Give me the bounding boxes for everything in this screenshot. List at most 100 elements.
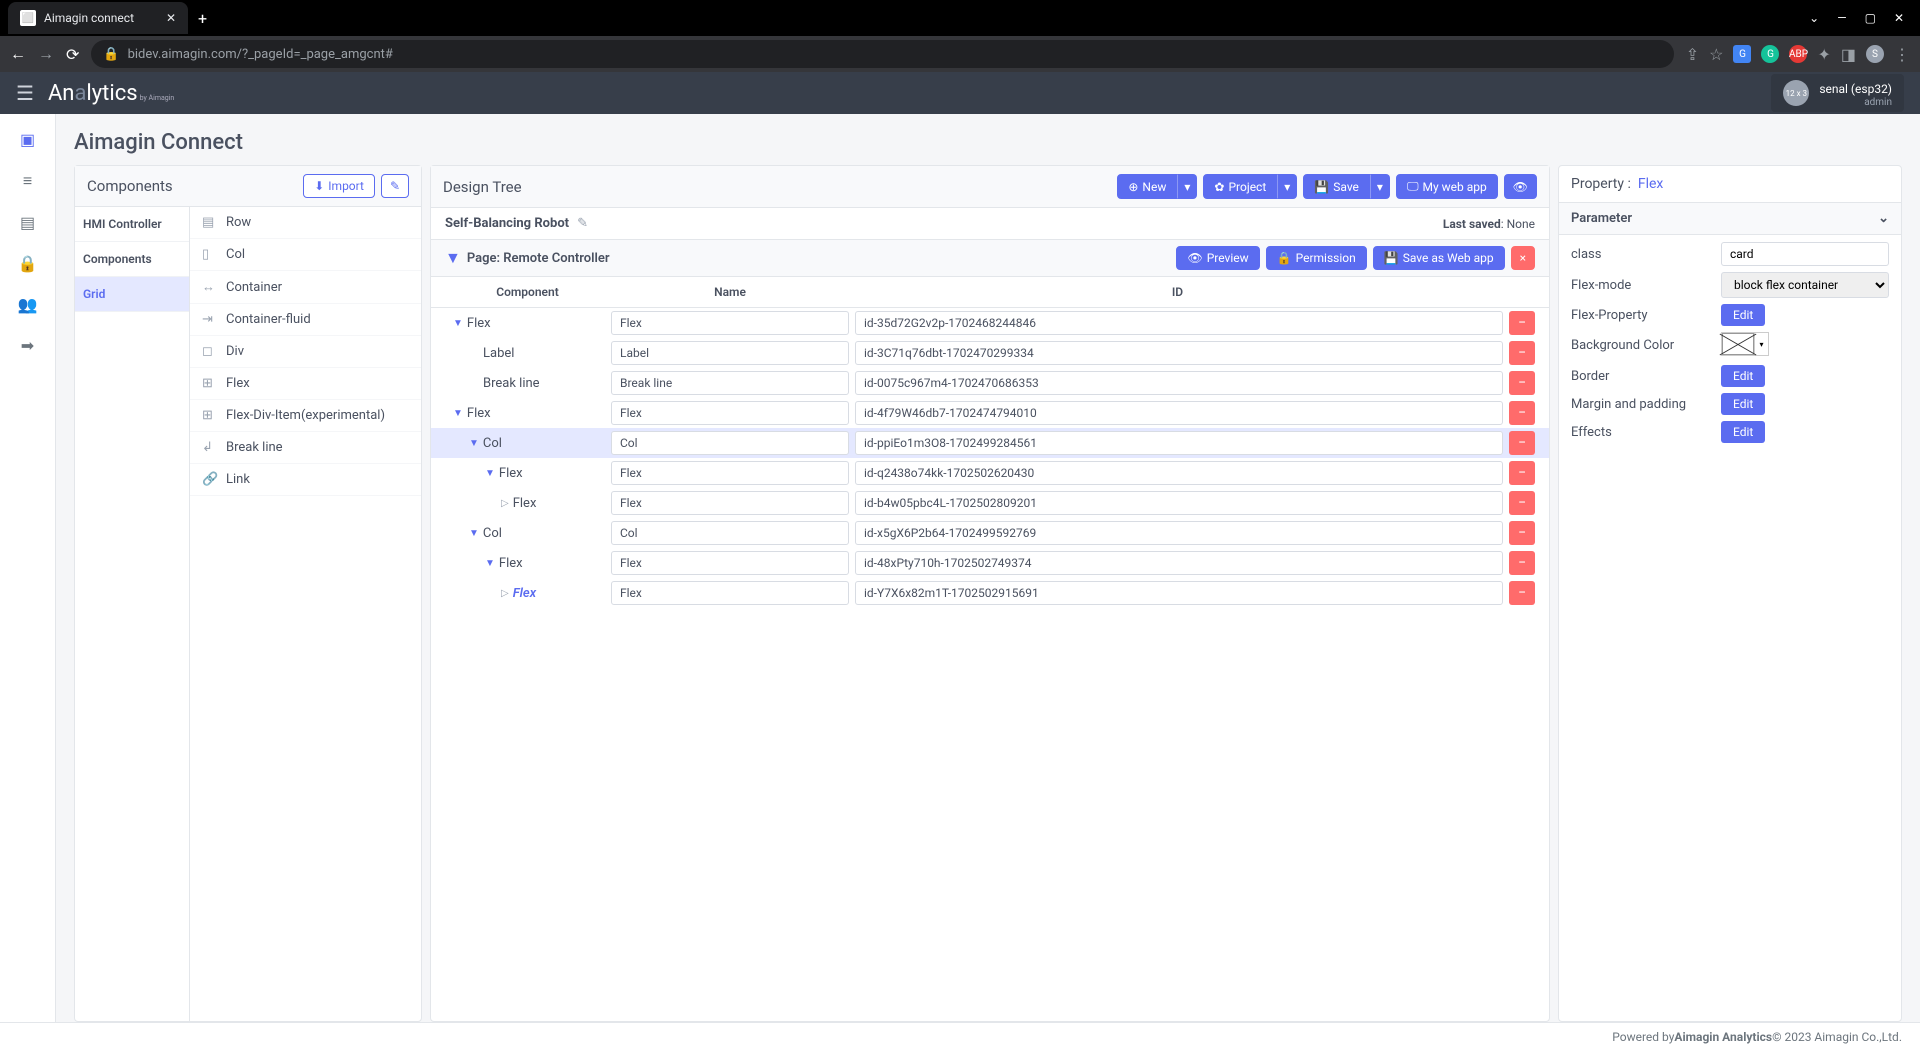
tree-id-input[interactable] — [855, 341, 1503, 365]
saveas-webapp-button[interactable]: 💾Save as Web app — [1373, 246, 1505, 270]
webapp-button[interactable]: 🖵My web app — [1396, 174, 1498, 199]
new-tab-button[interactable]: + — [188, 9, 217, 28]
save-button[interactable]: 💾Save — [1303, 174, 1370, 199]
border-edit-button[interactable]: Edit — [1721, 365, 1765, 387]
hamburger-icon[interactable]: ☰ — [16, 81, 34, 105]
minimize-icon[interactable]: — — [1837, 11, 1846, 25]
caret-down-icon[interactable]: ▼ — [453, 318, 463, 329]
flexprop-edit-button[interactable]: Edit — [1721, 304, 1765, 326]
caret-down-icon[interactable]: ▼ — [469, 528, 479, 539]
ext-grammarly-icon[interactable]: G — [1761, 45, 1779, 63]
view-button[interactable]: 👁 — [1504, 174, 1537, 199]
class-input[interactable] — [1721, 242, 1889, 266]
component-item[interactable]: ↔Container — [190, 271, 421, 304]
tree-row[interactable]: ▼Flex− — [431, 308, 1549, 338]
delete-row-button[interactable]: − — [1509, 341, 1535, 365]
reload-icon[interactable]: ⟳ — [66, 45, 79, 64]
rail-logout-icon[interactable]: ➡ — [21, 336, 34, 355]
star-icon[interactable]: ☆ — [1709, 45, 1723, 64]
chevron-down-icon[interactable]: ⌄ — [1878, 211, 1889, 226]
effects-edit-button[interactable]: Edit — [1721, 421, 1765, 443]
tree-id-input[interactable] — [855, 491, 1503, 515]
tree-row[interactable]: ▷Flex− — [431, 488, 1549, 518]
save-dropdown[interactable]: ▾ — [1370, 174, 1390, 199]
caret-down-icon[interactable]: ▼ — [485, 558, 495, 569]
tree-id-input[interactable] — [855, 461, 1503, 485]
new-dropdown[interactable]: ▾ — [1177, 174, 1197, 199]
flexmode-select[interactable]: block flex container — [1721, 272, 1889, 298]
tree-id-input[interactable] — [855, 521, 1503, 545]
forward-icon[interactable]: → — [38, 44, 54, 64]
tree-name-input[interactable] — [611, 401, 849, 425]
tree-row[interactable]: ▼Flex− — [431, 398, 1549, 428]
margin-edit-button[interactable]: Edit — [1721, 393, 1765, 415]
chevron-down-icon[interactable]: ▾ — [1754, 333, 1768, 355]
bgcolor-picker[interactable]: ▾ — [1721, 332, 1769, 356]
rail-users-icon[interactable]: 👥 — [18, 295, 38, 314]
rail-page-icon[interactable]: ▣ — [20, 130, 35, 149]
project-dropdown[interactable]: ▾ — [1277, 174, 1297, 199]
caret-down-icon[interactable]: ▼ — [485, 468, 495, 479]
back-icon[interactable]: ← — [10, 44, 26, 64]
tree-name-input[interactable] — [611, 461, 849, 485]
caret-down-icon[interactable]: ▼ — [453, 408, 463, 419]
rail-lock-icon[interactable]: 🔒 — [18, 254, 38, 273]
delete-row-button[interactable]: − — [1509, 311, 1535, 335]
address-bar[interactable]: 🔒 bidev.aimagin.com/?_pageId=_page_amgcn… — [91, 40, 1673, 68]
delete-row-button[interactable]: − — [1509, 521, 1535, 545]
delete-row-button[interactable]: − — [1509, 401, 1535, 425]
tree-name-input[interactable] — [611, 581, 849, 605]
delete-row-button[interactable]: − — [1509, 371, 1535, 395]
component-item[interactable]: ↲Break line — [190, 432, 421, 464]
category-item[interactable]: HMI Controller — [75, 207, 189, 242]
rail-database-icon[interactable]: ≡ — [23, 171, 32, 191]
new-button[interactable]: ⊕New — [1117, 174, 1177, 199]
component-item[interactable]: 🔗Link — [190, 464, 421, 496]
close-page-button[interactable]: × — [1511, 246, 1535, 270]
tree-name-input[interactable] — [611, 311, 849, 335]
component-item[interactable]: ▯Col — [190, 239, 421, 271]
tree-name-input[interactable] — [611, 341, 849, 365]
user-menu[interactable]: 12 x 3 senal (esp32) admin — [1771, 74, 1904, 112]
chevron-down-icon[interactable]: ⌄ — [1809, 11, 1819, 25]
caret-right-icon[interactable]: ▷ — [501, 588, 509, 599]
tree-name-input[interactable] — [611, 431, 849, 455]
caret-down-icon[interactable]: ▼ — [469, 438, 479, 449]
browser-tab[interactable]: ⬜ Aimagin connect ✕ — [8, 2, 188, 34]
close-icon[interactable]: ✕ — [166, 11, 176, 25]
component-item[interactable]: ▤Row — [190, 207, 421, 239]
tree-row[interactable]: ▼Flex− — [431, 458, 1549, 488]
delete-row-button[interactable]: − — [1509, 551, 1535, 575]
delete-row-button[interactable]: − — [1509, 431, 1535, 455]
project-button[interactable]: ✿Project — [1203, 174, 1277, 199]
import-button[interactable]: ⬇Import — [303, 174, 375, 198]
component-item[interactable]: ⇥Container-fluid — [190, 304, 421, 336]
tree-id-input[interactable] — [855, 551, 1503, 575]
tree-id-input[interactable] — [855, 371, 1503, 395]
tree-name-input[interactable] — [611, 521, 849, 545]
share-icon[interactable]: ⇪ — [1686, 45, 1699, 64]
parameter-header[interactable]: Parameter ⌄ — [1559, 202, 1901, 235]
tree-row[interactable]: ▼Flex− — [431, 548, 1549, 578]
delete-row-button[interactable]: − — [1509, 581, 1535, 605]
tree-id-input[interactable] — [855, 581, 1503, 605]
sidepanel-icon[interactable]: ◨ — [1841, 45, 1856, 64]
component-item[interactable]: ◻Div — [190, 336, 421, 368]
tree-name-input[interactable] — [611, 371, 849, 395]
tree-name-input[interactable] — [611, 491, 849, 515]
ext-abp-icon[interactable]: ABP — [1789, 45, 1807, 63]
profile-avatar-icon[interactable]: S — [1866, 45, 1884, 63]
rail-server-icon[interactable]: ▤ — [20, 213, 35, 232]
tree-id-input[interactable] — [855, 311, 1503, 335]
extensions-icon[interactable]: ✦ — [1817, 45, 1830, 64]
category-item[interactable]: Components — [75, 242, 189, 277]
edit-components-button[interactable]: ✎ — [381, 174, 409, 198]
tree-row[interactable]: Break line− — [431, 368, 1549, 398]
tree-id-input[interactable] — [855, 431, 1503, 455]
maximize-icon[interactable]: ▢ — [1865, 11, 1876, 25]
ext-translate-icon[interactable]: G — [1733, 45, 1751, 63]
tree-name-input[interactable] — [611, 551, 849, 575]
caret-down-icon[interactable]: ▼ — [445, 248, 461, 268]
permission-button[interactable]: 🔒Permission — [1266, 246, 1367, 270]
menu-dots-icon[interactable]: ⋮ — [1894, 45, 1910, 64]
